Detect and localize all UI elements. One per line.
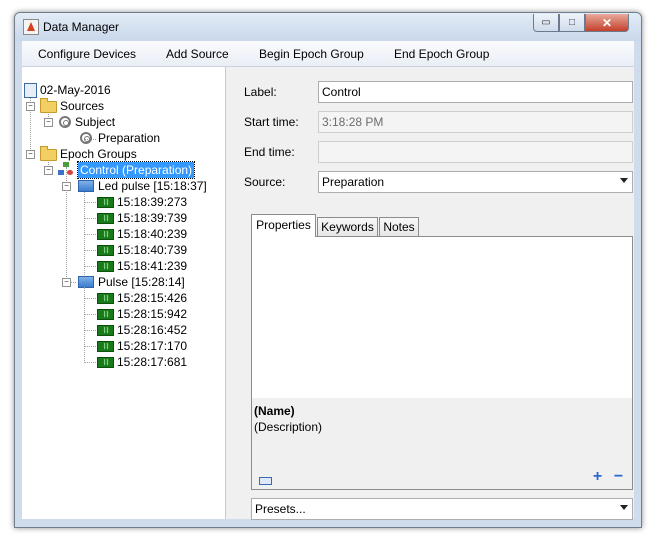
folder-icon <box>40 98 57 113</box>
data-manager-window: Data Manager ▭ □ ✕ Configure Devices Add… <box>14 12 642 528</box>
collapse-toggle-epoch-groups[interactable]: − <box>26 150 35 159</box>
signal-icon: ⌇⌇ <box>97 261 114 272</box>
source-dropdown[interactable]: Preparation <box>318 171 633 193</box>
collapse-toggle-block-2[interactable]: − <box>62 278 71 287</box>
spiral-icon <box>59 116 71 128</box>
title-bar: Data Manager ▭ □ ✕ <box>15 13 641 41</box>
spiral-icon <box>80 132 92 144</box>
tree-line <box>84 218 96 220</box>
close-button[interactable]: ✕ <box>585 14 629 32</box>
menu-end-epoch-group[interactable]: End Epoch Group <box>394 47 489 61</box>
keyboard-icon[interactable] <box>259 477 272 485</box>
block-1-label: Led pulse [15:18:37] <box>98 179 207 193</box>
signal-icon: ⌇⌇ <box>97 341 114 352</box>
menu-begin-epoch-group[interactable]: Begin Epoch Group <box>259 47 364 61</box>
matlab-app-icon <box>23 19 39 35</box>
property-description: (Description) <box>254 420 323 434</box>
menu-add-source[interactable]: Add Source <box>166 47 229 61</box>
tree-line <box>84 298 96 300</box>
signal-icon: ⌇⌇ <box>97 213 114 224</box>
tree-line <box>84 266 96 268</box>
tab-keywords[interactable]: Keywords <box>317 217 378 237</box>
minimize-button[interactable]: ▭ <box>533 14 559 32</box>
start-time-field <box>318 111 633 133</box>
epoch-block-icon <box>78 180 94 192</box>
epoch-block-icon <box>78 276 94 288</box>
epoch-label: 15:18:41:239 <box>117 259 188 273</box>
property-name: (Name) <box>254 404 295 418</box>
epoch-label: 15:28:17:681 <box>117 355 188 369</box>
epoch-label: 15:28:17:170 <box>117 339 188 353</box>
window-title: Data Manager <box>43 20 120 34</box>
property-description-area: (Name) (Description) + − <box>252 398 632 489</box>
chevron-down-icon <box>620 505 628 510</box>
end-time-caption: End time: <box>244 145 295 159</box>
collapse-toggle-control[interactable]: − <box>44 166 53 175</box>
signal-icon: ⌇⌇ <box>97 197 114 208</box>
signal-icon: ⌇⌇ <box>97 309 114 320</box>
tree-line <box>84 362 96 364</box>
tree-line <box>84 234 96 236</box>
end-time-field <box>318 141 633 163</box>
control-group-label: Control (Preparation) <box>76 161 196 179</box>
tree-line <box>84 250 96 252</box>
epoch-label: 15:18:39:273 <box>117 195 188 209</box>
client-area: 02-May-2016 − Sources − Subject Preparat… <box>22 67 634 520</box>
sources-label: Sources <box>60 99 105 113</box>
add-property-icon[interactable]: + <box>591 469 604 485</box>
start-time-caption: Start time: <box>244 115 299 129</box>
tree-line <box>84 314 96 316</box>
block-2-label: Pulse [15:28:14] <box>98 275 185 289</box>
calendar-icon <box>24 83 37 98</box>
signal-icon: ⌇⌇ <box>97 229 114 240</box>
remove-property-icon[interactable]: − <box>612 469 625 485</box>
collapse-toggle-block-1[interactable]: − <box>62 182 71 191</box>
epoch-label: 15:18:40:739 <box>117 243 188 257</box>
tree-line <box>84 202 96 204</box>
collapse-toggle-subject[interactable]: − <box>44 118 53 127</box>
tab-notes[interactable]: Notes <box>379 217 419 237</box>
maximize-button[interactable]: □ <box>559 14 585 32</box>
epoch-label: 15:28:15:942 <box>117 307 188 321</box>
collapse-toggle-sources[interactable]: − <box>26 102 35 111</box>
properties-panel: (Name) (Description) + − <box>251 236 633 490</box>
epoch-label: 15:28:16:452 <box>117 323 188 337</box>
epoch-label: 15:28:15:426 <box>117 291 188 305</box>
menu-bar: Configure Devices Add Source Begin Epoch… <box>22 41 634 67</box>
tab-properties[interactable]: Properties <box>251 214 316 237</box>
tree-line <box>84 346 96 348</box>
source-caption: Source: <box>244 175 286 189</box>
presets-value: Presets... <box>255 502 306 516</box>
epoch-group-icon <box>58 162 74 176</box>
chevron-down-icon <box>620 178 628 183</box>
epoch-groups-label: Epoch Groups <box>60 147 137 161</box>
label-input[interactable] <box>318 81 633 103</box>
experiment-tree[interactable]: 02-May-2016 − Sources − Subject Preparat… <box>22 67 226 519</box>
root-label: 02-May-2016 <box>40 83 111 97</box>
signal-icon: ⌇⌇ <box>97 325 114 336</box>
epoch-label: 15:18:40:239 <box>117 227 188 241</box>
epoch-label: 15:18:39:739 <box>117 211 188 225</box>
signal-icon: ⌇⌇ <box>97 245 114 256</box>
label-caption: Label: <box>244 85 277 99</box>
menu-configure-devices[interactable]: Configure Devices <box>38 47 136 61</box>
preparation-label: Preparation <box>98 131 161 145</box>
signal-icon: ⌇⌇ <box>97 293 114 304</box>
subject-label: Subject <box>75 115 116 129</box>
folder-icon <box>40 146 57 161</box>
tree-line <box>84 330 96 332</box>
source-value: Preparation <box>322 175 385 189</box>
presets-dropdown[interactable]: Presets... <box>251 498 633 520</box>
signal-icon: ⌇⌇ <box>97 357 114 368</box>
